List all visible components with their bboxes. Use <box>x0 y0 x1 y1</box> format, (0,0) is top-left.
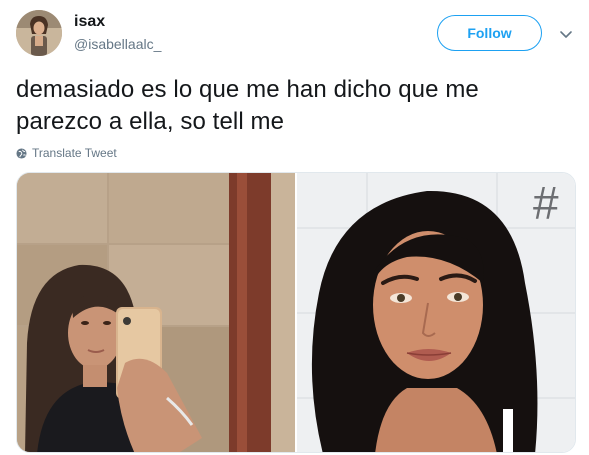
tweet-text-line: demasiado es lo que me han dicho que me <box>16 76 479 103</box>
tweet-card: isax @isabellaalc_ Follow demasiado es l… <box>0 0 589 455</box>
author-display-name[interactable]: isax <box>74 13 105 31</box>
hashtag-watermark: # <box>533 177 559 229</box>
globe-icon <box>16 147 27 159</box>
author-handle[interactable]: @isabellaalc_ <box>74 36 161 52</box>
celebrity-photo[interactable]: # <box>297 173 575 452</box>
translate-tweet-link[interactable]: Translate Tweet <box>16 146 117 160</box>
mirror-selfie-photo[interactable] <box>17 173 295 452</box>
chevron-down-icon[interactable] <box>558 26 574 42</box>
tweet-text-line: parezco a ella, so tell me <box>16 108 285 135</box>
tweet-text: demasiado es lo que me han dicho que me … <box>16 74 576 138</box>
media-grid: # <box>16 172 576 453</box>
follow-button[interactable]: Follow <box>437 15 542 51</box>
translate-label: Translate Tweet <box>32 146 117 160</box>
avatar[interactable] <box>16 10 62 56</box>
